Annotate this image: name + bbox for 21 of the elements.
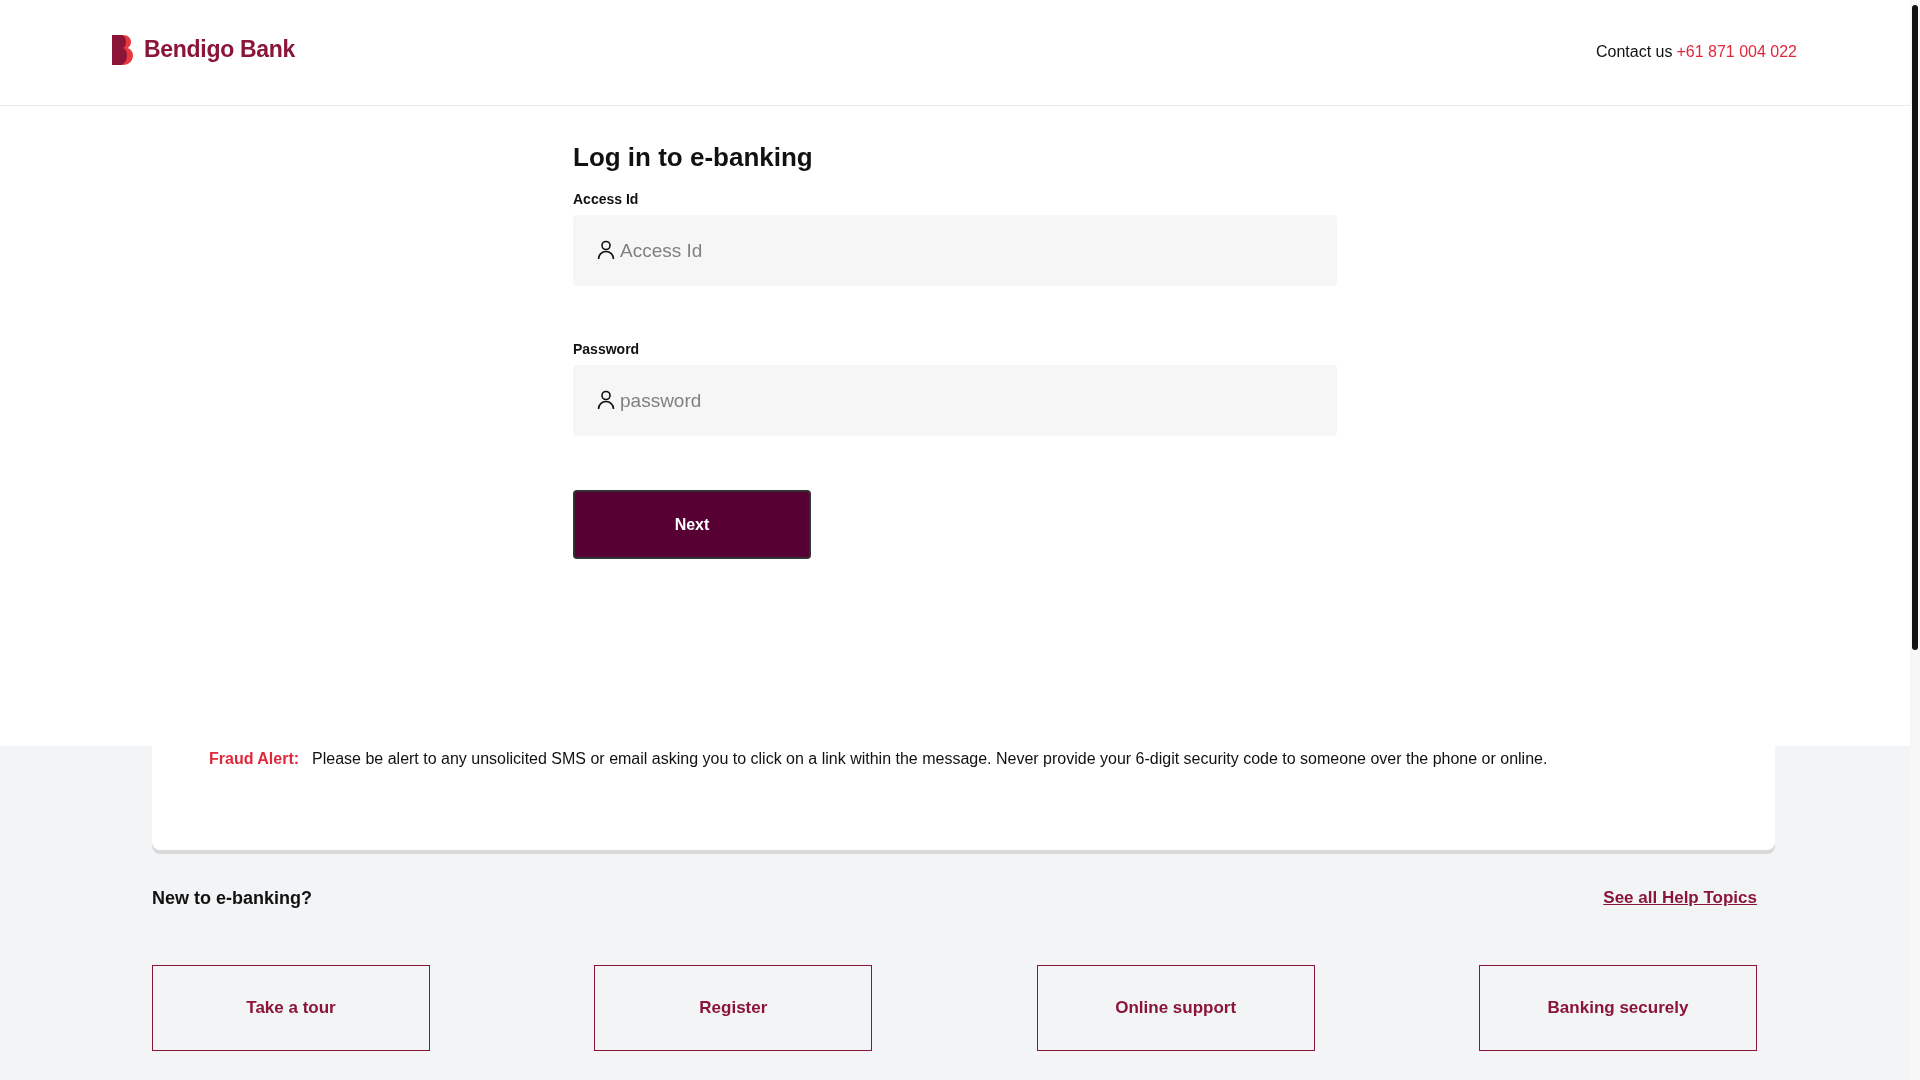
- logo-icon: [112, 34, 134, 65]
- help-tile-button[interactable]: Online support: [1036, 965, 1315, 1051]
- fraud-alert-message: Please be alert to any unsolicited SMS or email asking you to click on a link within the message. Never provide your 6-digit security code to someone over the phone or online.: [312, 750, 1548, 768]
- fraud-alert-label: Fraud Alert:: [209, 750, 300, 768]
- scrollbar-thumb[interactable]: [1912, 5, 1918, 650]
- next-button[interactable]: Next: [573, 490, 811, 559]
- help-tile-button[interactable]: Take a tour: [152, 965, 430, 1051]
- help-tile-button[interactable]: Register: [594, 965, 873, 1051]
- brand-name: Bendigo Bank: [144, 36, 296, 63]
- user-icon: [597, 240, 615, 260]
- field-label: Password: [573, 341, 641, 357]
- help-title: New to e-banking?: [152, 888, 312, 909]
- field-label: Access Id: [573, 191, 640, 207]
- contact-label: Contact us: [1595, 42, 1673, 61]
- user-icon: [597, 390, 615, 410]
- help-tile-button[interactable]: Banking securely: [1479, 965, 1757, 1051]
- input-field[interactable]: Access Id: [573, 215, 1337, 286]
- phone-link[interactable]: +61 871 004 022: [1676, 42, 1797, 61]
- input-field[interactable]: password: [573, 365, 1337, 436]
- help-topics-link[interactable]: See all Help Topics: [1603, 888, 1757, 909]
- login-title: Log in to e-banking: [573, 142, 814, 173]
